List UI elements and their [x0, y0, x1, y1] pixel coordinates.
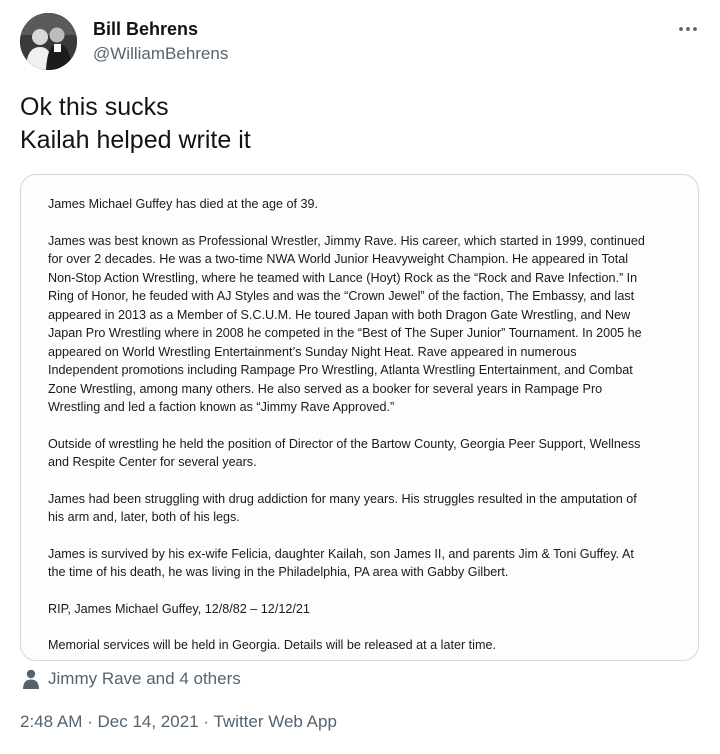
- document-paragraph: Memorial services will be held in Georgi…: [48, 638, 496, 652]
- tweet-text-line: Kailah helped write it: [20, 126, 251, 154]
- document-paragraph: RIP, James Michael Guffey, 12/8/82 – 12/…: [48, 601, 310, 616]
- author-handle[interactable]: @WilliamBehrens: [93, 44, 228, 64]
- avatar-photo: [20, 13, 77, 70]
- tweet-source[interactable]: Twitter Web App: [213, 712, 336, 731]
- tweet-metadata: 2:48 AM · Dec 14, 2021 · Twitter Web App: [20, 710, 337, 734]
- document-paragraph: James Michael Guffey has died at the age…: [48, 197, 318, 211]
- person-icon: [23, 669, 39, 689]
- meta-separator: ·: [82, 712, 98, 731]
- tweet-text-line: Ok this sucks: [20, 93, 169, 121]
- document-paragraph: James had been struggling with drug addi…: [48, 491, 637, 525]
- meta-separator: ·: [198, 712, 214, 731]
- more-horizontal-icon: [679, 27, 697, 31]
- statement-document: James Michael Guffey has died at the age…: [48, 195, 688, 660]
- avatar[interactable]: [20, 13, 77, 70]
- document-paragraph: James is survived by his ex-wife Felicia…: [48, 546, 634, 580]
- tweet-date[interactable]: Dec 14, 2021: [97, 712, 198, 731]
- document-paragraph: James was best known as Professional Wre…: [48, 233, 645, 415]
- tweet-time[interactable]: 2:48 AM: [20, 712, 82, 731]
- attached-image[interactable]: James Michael Guffey has died at the age…: [20, 174, 699, 661]
- more-options-button[interactable]: [676, 17, 700, 41]
- author-display-name[interactable]: Bill Behrens: [93, 19, 198, 40]
- liked-by-text[interactable]: Jimmy Rave and 4 others: [48, 668, 241, 690]
- tweet-header: Bill Behrens @WilliamBehrens: [20, 13, 700, 75]
- document-paragraph: Outside of wrestling he held the positio…: [48, 436, 641, 470]
- tweet-text: Ok this sucks Kailah helped write it: [20, 91, 700, 157]
